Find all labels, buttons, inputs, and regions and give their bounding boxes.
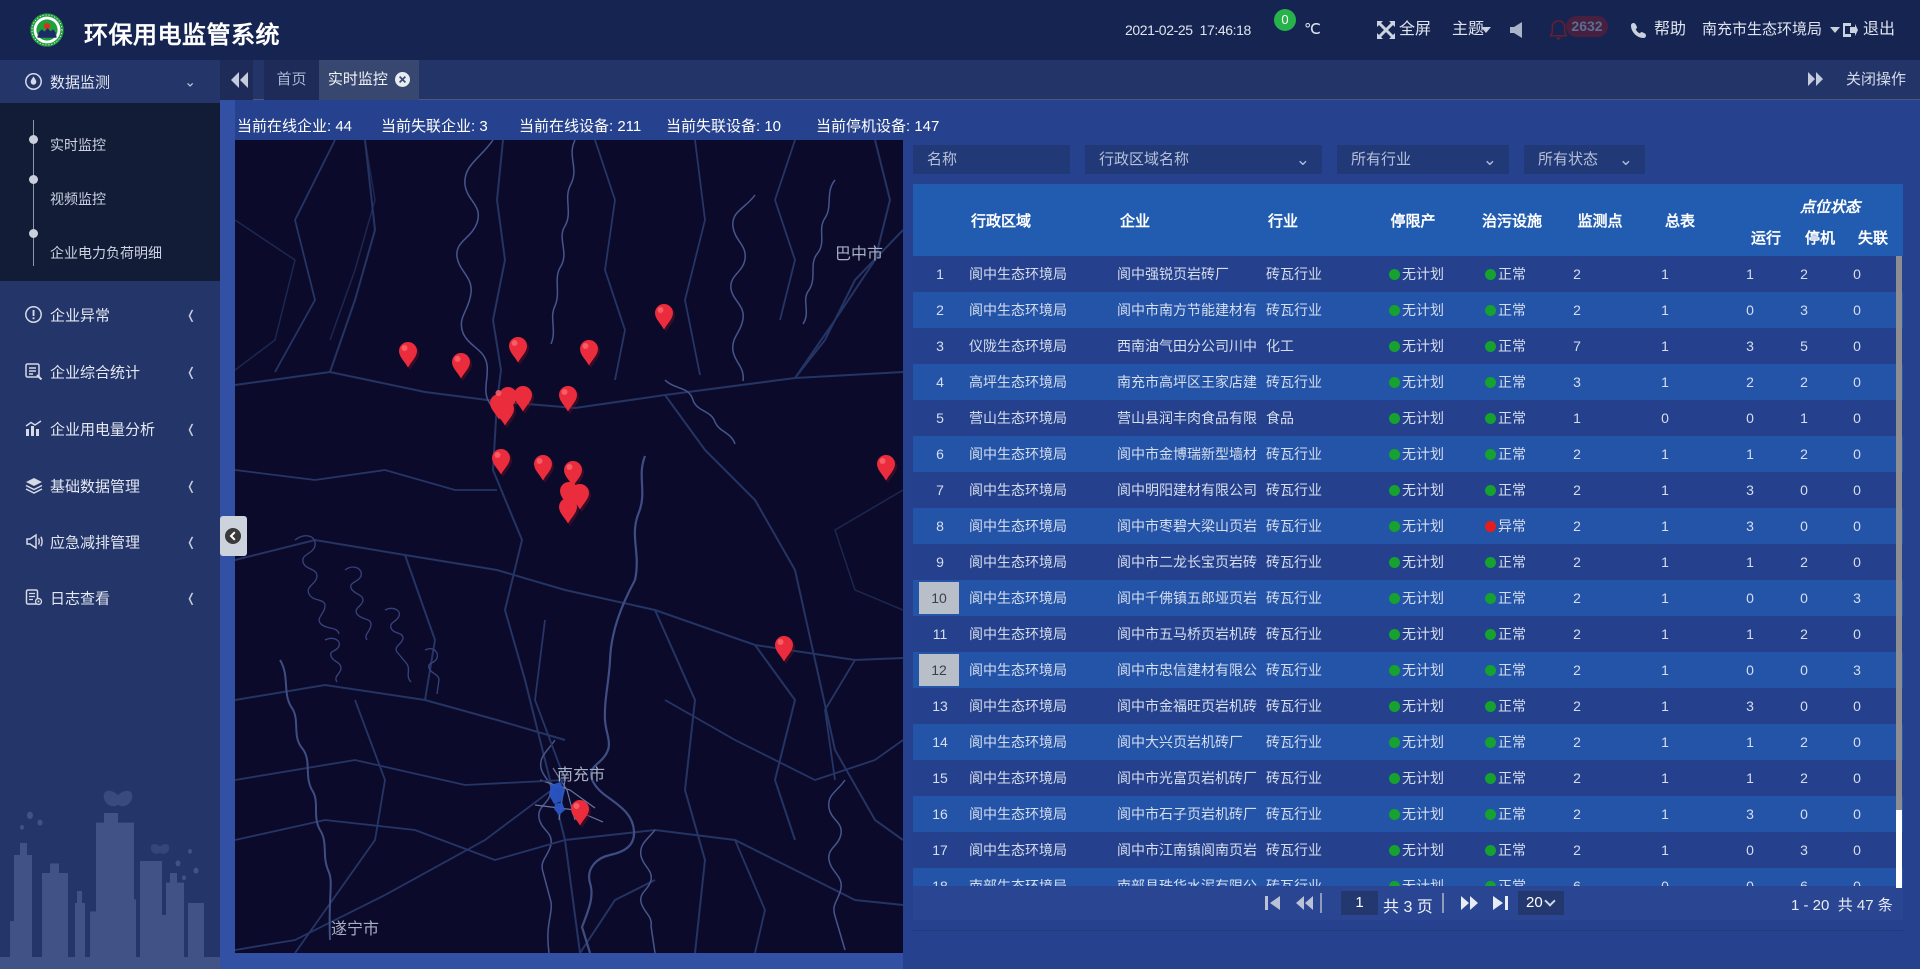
svg-text:南充市: 南充市 bbox=[557, 766, 605, 784]
svg-text:巴中市: 巴中市 bbox=[835, 245, 883, 263]
svg-text:遂宁市: 遂宁市 bbox=[331, 920, 379, 938]
